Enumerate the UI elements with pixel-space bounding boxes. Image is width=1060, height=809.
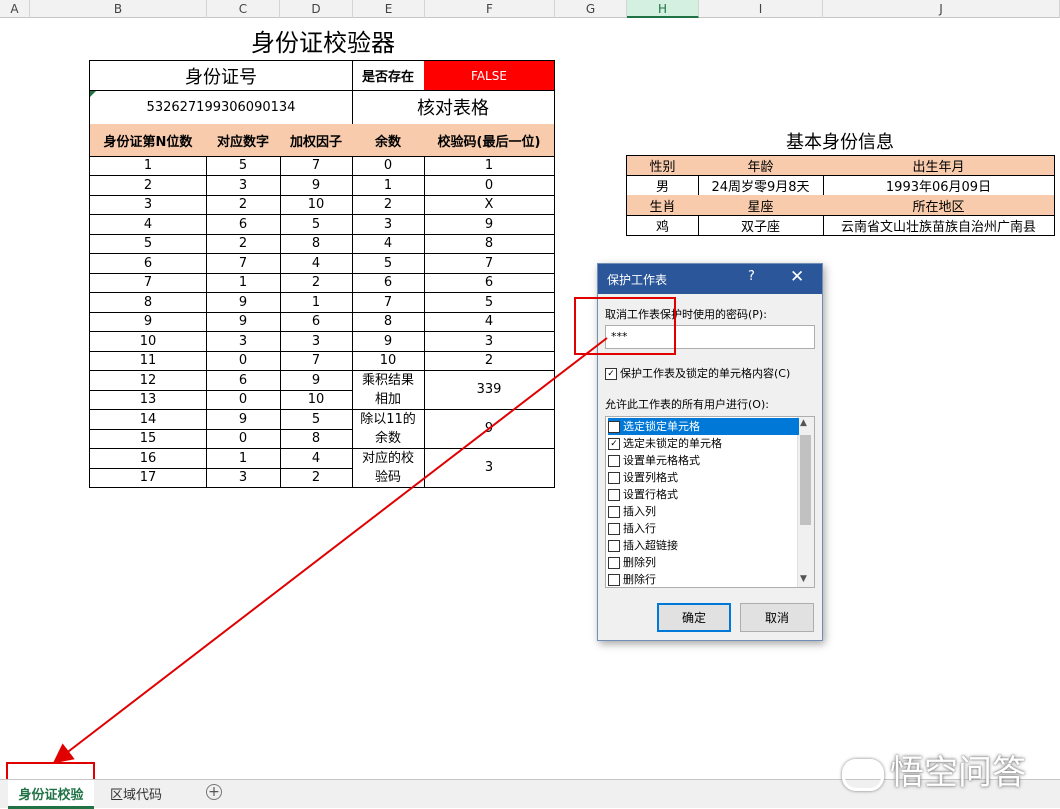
watermark: 悟空问答 (842, 745, 1026, 794)
sheet-tab-id-check[interactable]: 身份证校验 (8, 780, 94, 809)
annotation-arrow (52, 337, 608, 764)
speech-bubble-icon (842, 758, 884, 791)
add-sheet-icon[interactable]: + (206, 784, 222, 800)
sheet-tab-region-code[interactable]: 区域代码 (100, 780, 172, 806)
